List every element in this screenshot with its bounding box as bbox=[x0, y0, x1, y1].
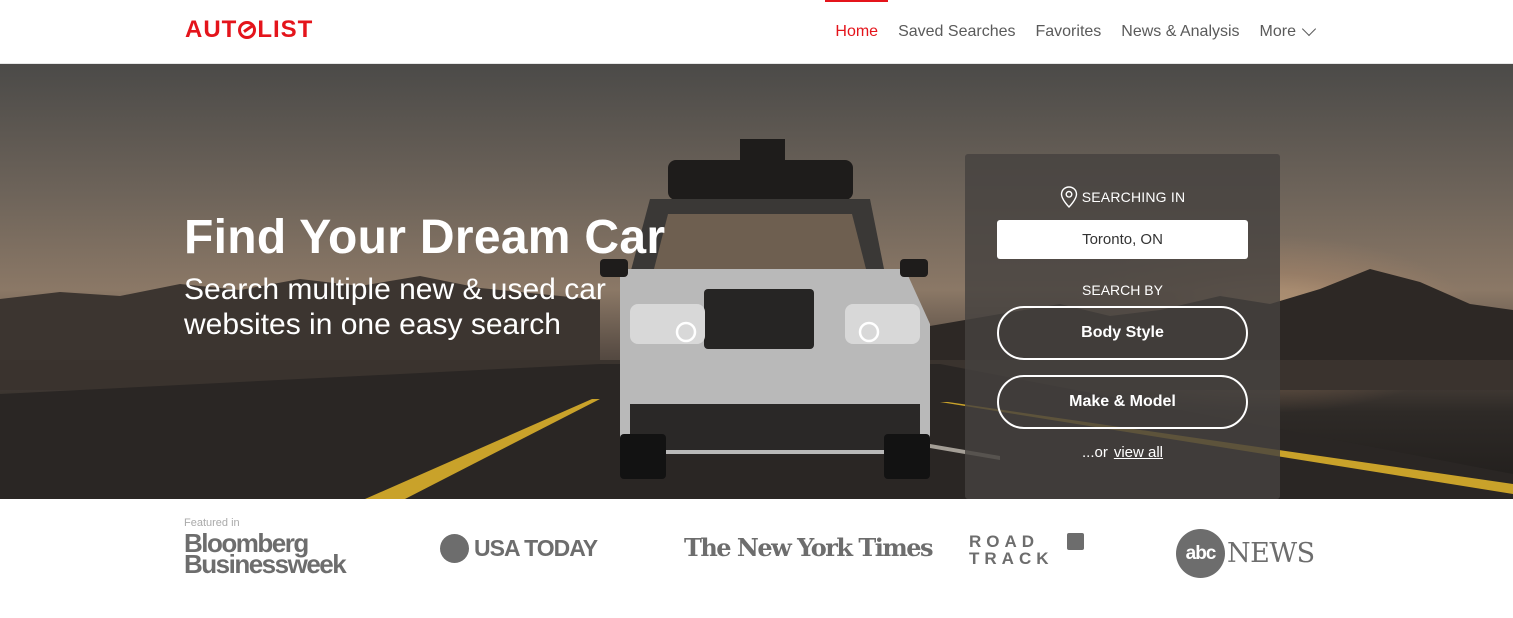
nyt-logo: The New York Times bbox=[684, 533, 934, 562]
road-text: ROAD bbox=[969, 532, 1040, 551]
body-style-button[interactable]: Body Style bbox=[997, 306, 1248, 360]
road-track-logo: ROAD TRACK bbox=[969, 533, 1087, 569]
abc-news-text: NEWS bbox=[1227, 537, 1315, 569]
nav-home[interactable]: Home bbox=[825, 0, 888, 63]
nav-more[interactable]: More bbox=[1259, 0, 1317, 63]
logo-o-mark bbox=[238, 21, 257, 39]
view-all-row: ...or view all bbox=[965, 444, 1280, 461]
autolist-logo[interactable]: AUT LIST bbox=[185, 16, 313, 43]
nav-favorites[interactable]: Favorites bbox=[1035, 0, 1101, 63]
searching-in-row: SEARCHING IN bbox=[965, 186, 1280, 208]
search-by-label: SEARCH BY bbox=[1082, 282, 1163, 298]
usa-today-text: USA TODAY bbox=[474, 534, 598, 561]
nav-more-label: More bbox=[1259, 22, 1296, 40]
make-model-button[interactable]: Make & Model bbox=[997, 375, 1248, 429]
suv-silhouette bbox=[600, 139, 930, 479]
hero-title: Find Your Dream Car bbox=[184, 211, 666, 264]
usa-today-logo: USA TODAY bbox=[440, 533, 598, 563]
searching-in-label: SEARCHING IN bbox=[1081, 189, 1186, 205]
or-text: ...or bbox=[1081, 444, 1108, 461]
main-nav: Home Saved Searches Favorites News & Ana… bbox=[815, 0, 1317, 63]
track-text: TRACK bbox=[969, 549, 1054, 568]
chevron-down-icon bbox=[1301, 21, 1317, 36]
search-panel: SEARCHING IN Toronto, ON SEARCH BY Body … bbox=[965, 154, 1280, 499]
nav-news-analysis[interactable]: News & Analysis bbox=[1121, 0, 1239, 63]
usa-today-dot bbox=[440, 533, 469, 563]
view-all-link[interactable]: view all bbox=[1114, 444, 1163, 461]
abc-news-logo: abc NEWS bbox=[1176, 528, 1315, 578]
abc-circle: abc bbox=[1176, 528, 1225, 578]
road-track-badge bbox=[1067, 533, 1084, 550]
hero-banner: Find Your Dream Car Search multiple new … bbox=[0, 64, 1513, 499]
bloomberg-line2: Businessweek bbox=[184, 549, 347, 579]
site-header: AUT LIST Home Saved Searches Favorites Ne… bbox=[0, 0, 1513, 64]
location-input[interactable]: Toronto, ON bbox=[997, 220, 1248, 259]
bloomberg-businessweek-logo: Bloomberg Businessweek bbox=[184, 530, 347, 579]
hero-subtitle: Search multiple new & used car websites … bbox=[184, 273, 606, 341]
nav-saved-searches[interactable]: Saved Searches bbox=[898, 0, 1015, 63]
road-track-text: ROAD TRACK bbox=[969, 533, 1054, 567]
map-pin-icon bbox=[1060, 186, 1077, 208]
